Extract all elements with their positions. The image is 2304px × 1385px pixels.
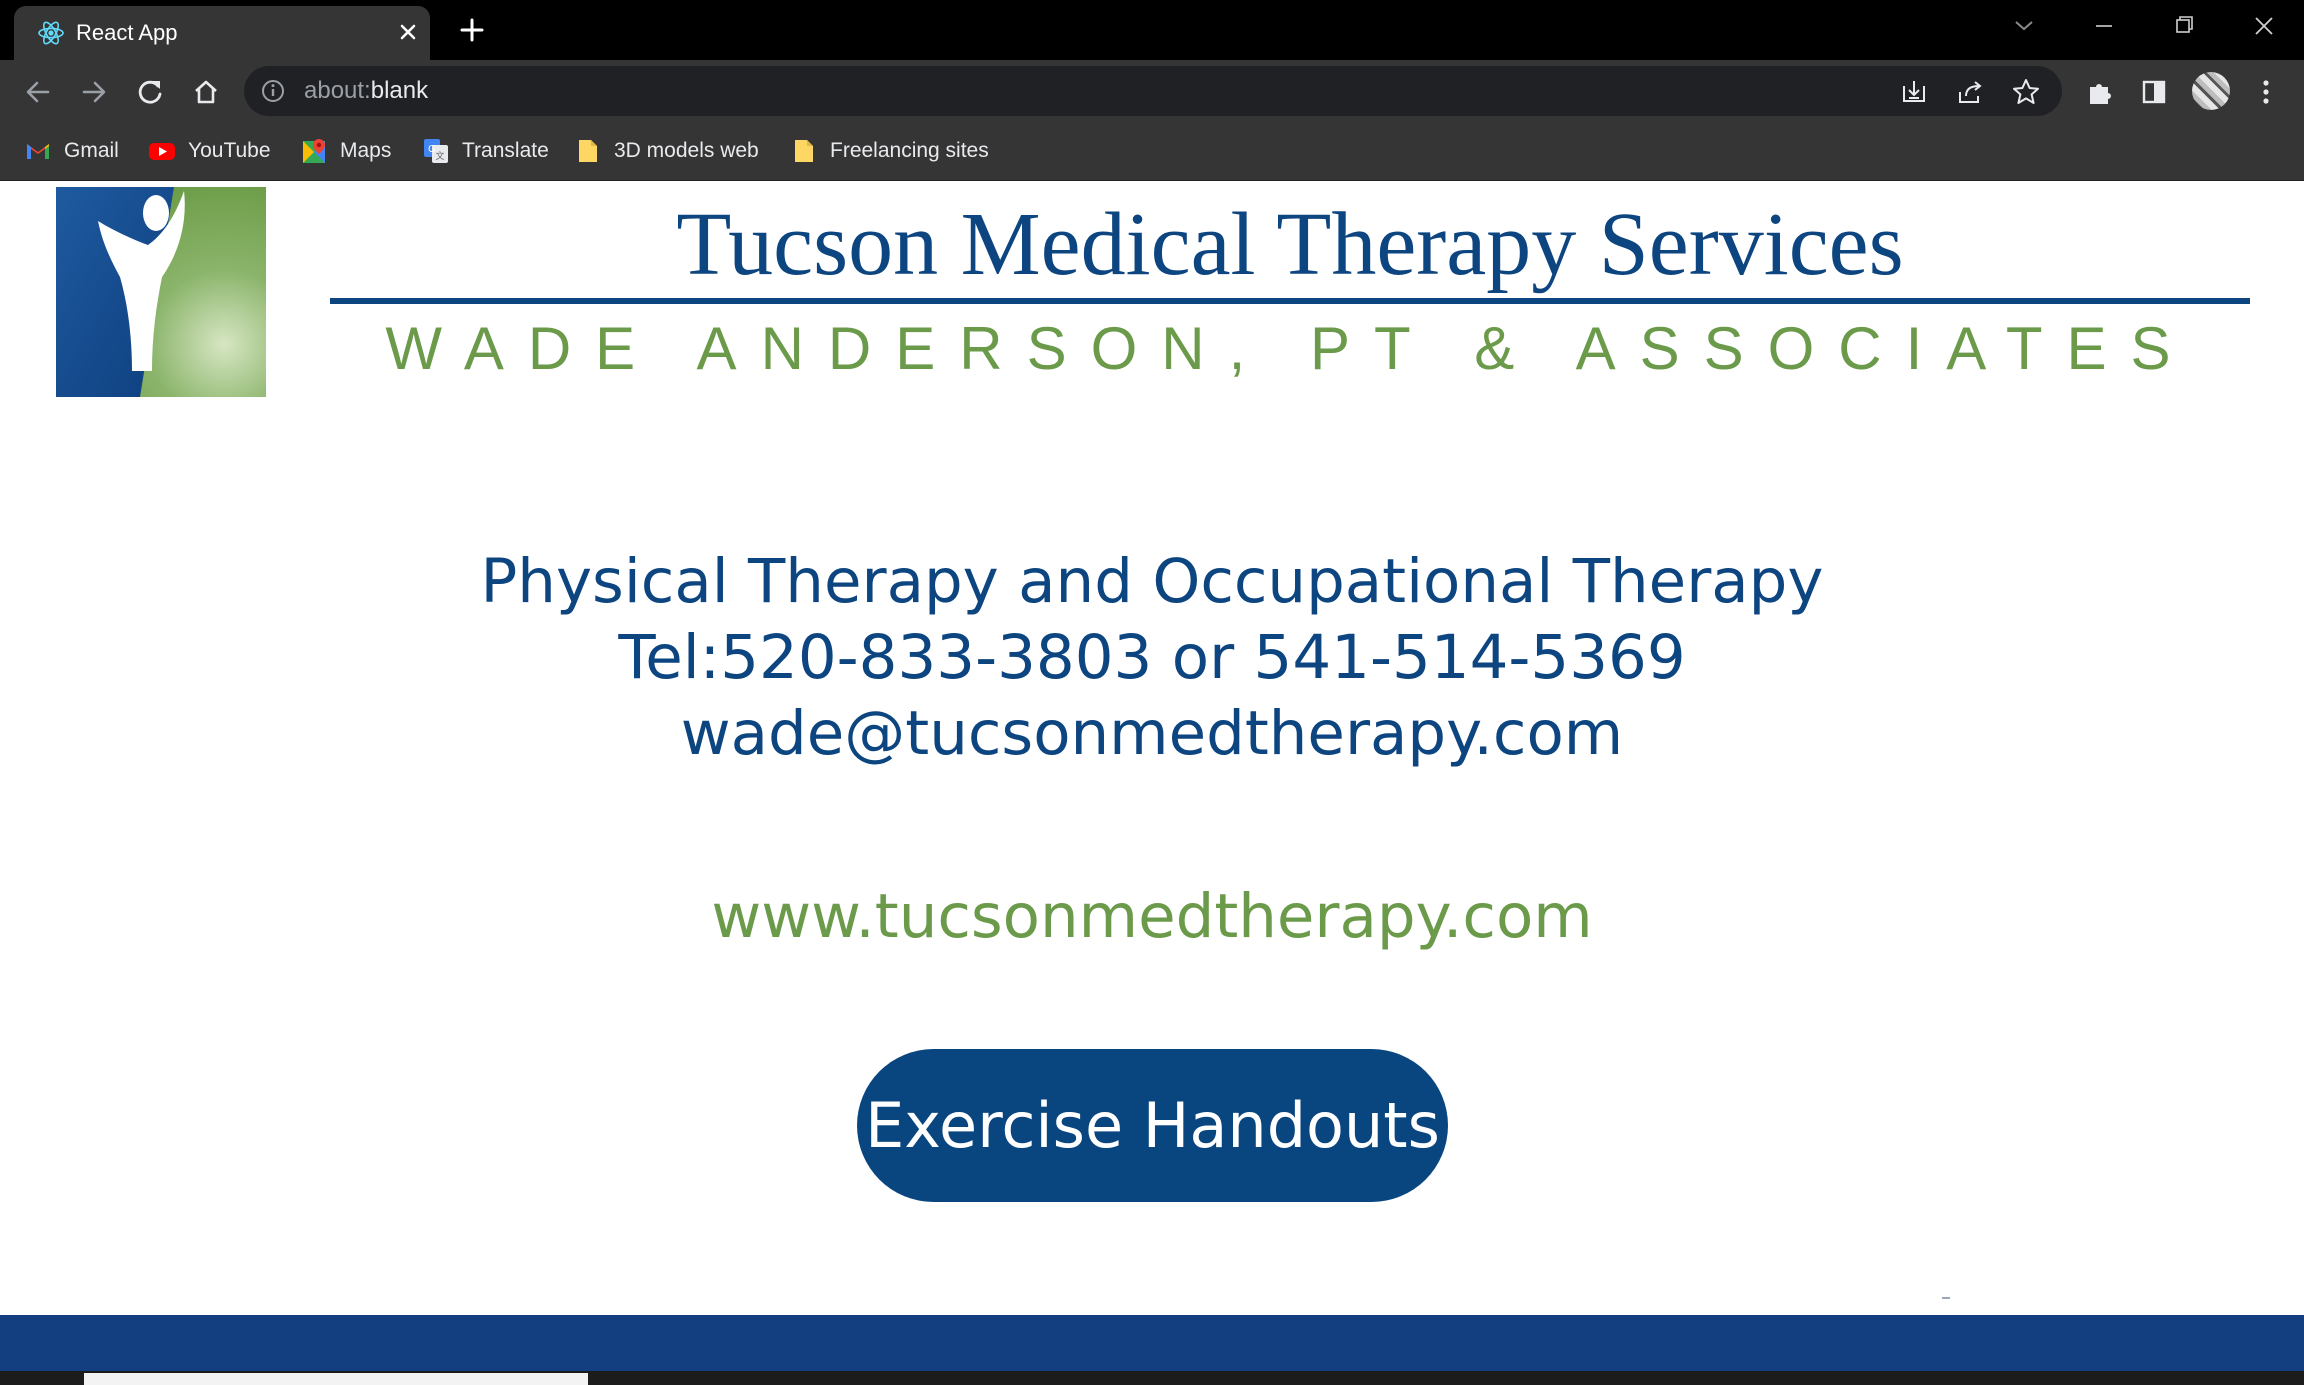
- bookmark-label: 3D models web: [614, 139, 759, 162]
- restore-icon[interactable]: [2160, 6, 2208, 46]
- bookmark-label: Maps: [340, 139, 392, 162]
- bookmark-label: Freelancing sites: [830, 139, 989, 162]
- youtube-icon: [149, 143, 175, 160]
- bookmark-youtube[interactable]: YouTube: [148, 134, 271, 168]
- browser-tab[interactable]: React App: [14, 6, 430, 60]
- url-scheme: about:: [304, 77, 371, 104]
- reload-icon[interactable]: [130, 72, 170, 112]
- bookmark-translate[interactable]: G 文 Translate: [422, 134, 549, 168]
- tab-title: React App: [76, 20, 178, 45]
- bookmark-folder-freelancing[interactable]: Freelancing sites: [790, 134, 989, 168]
- exercise-handouts-button[interactable]: Exercise Handouts: [857, 1049, 1448, 1202]
- side-panel-icon[interactable]: [2134, 72, 2174, 112]
- page-subtitle: WADE ANDERSON, PT & ASSOCIATES: [385, 315, 2195, 382]
- gmail-icon: [27, 144, 49, 159]
- bookmark-label: Gmail: [64, 139, 119, 162]
- new-tab-icon[interactable]: [454, 12, 490, 48]
- bookmark-label: YouTube: [188, 139, 271, 162]
- title-divider: [330, 298, 2250, 304]
- url-text: about:blank: [304, 78, 428, 104]
- more-menu-icon[interactable]: [2246, 72, 2286, 112]
- svg-text:文: 文: [435, 150, 444, 162]
- website-link[interactable]: www.tucsonmedtherapy.com: [0, 877, 2304, 957]
- page-content: Tucson Medical Therapy Services WADE AND…: [0, 181, 2304, 1315]
- profile-avatar[interactable]: [2192, 72, 2230, 110]
- share-icon[interactable]: [1954, 76, 1986, 108]
- address-bar[interactable]: about:blank: [244, 66, 2062, 116]
- contact-block: Physical Therapy and Occupational Therap…: [0, 544, 2304, 772]
- text-cursor: [1942, 1297, 1950, 1299]
- folder-icon: [579, 140, 597, 162]
- home-icon[interactable]: [186, 72, 226, 112]
- back-icon[interactable]: [18, 72, 58, 112]
- bookmark-star-icon[interactable]: [2010, 76, 2042, 108]
- company-logo: [56, 187, 266, 397]
- page-title: Tucson Medical Therapy Services: [676, 195, 1904, 294]
- minimize-icon[interactable]: [2080, 6, 2128, 46]
- bookmark-label: Translate: [462, 139, 549, 162]
- maps-icon: [303, 139, 325, 163]
- close-window-icon[interactable]: [2240, 6, 2288, 46]
- bookmark-folder-3d-models[interactable]: 3D models web: [574, 134, 759, 168]
- bookmarks-bar: Gmail YouTube Maps G 文 Translate 3D mode…: [0, 124, 2304, 181]
- tab-search-chevron-icon[interactable]: [2000, 6, 2048, 46]
- browser-toolbar: about:blank: [0, 60, 2304, 124]
- url-path: blank: [370, 77, 429, 104]
- email-text: wade@tucsonmedtherapy.com: [680, 698, 1624, 769]
- close-tab-icon[interactable]: [392, 16, 424, 48]
- page-footer: [0, 1315, 2304, 1371]
- info-icon[interactable]: [260, 78, 286, 104]
- extensions-icon[interactable]: [2080, 72, 2120, 112]
- bookmark-gmail[interactable]: Gmail: [24, 134, 119, 168]
- install-app-icon[interactable]: [1898, 76, 1930, 108]
- react-logo-icon: [38, 21, 64, 45]
- taskbar-search-box[interactable]: [84, 1373, 588, 1385]
- translate-icon: G 文: [424, 139, 448, 163]
- services-text: Physical Therapy and Occupational Therap…: [480, 546, 1824, 617]
- folder-icon: [795, 140, 813, 162]
- phone-text: Tel:520-833-3803 or 541-514-5369: [618, 622, 1686, 693]
- browser-tab-strip: React App: [0, 0, 2304, 60]
- forward-icon[interactable]: [74, 72, 114, 112]
- bookmark-maps[interactable]: Maps: [300, 134, 391, 168]
- os-taskbar: [0, 1371, 2304, 1385]
